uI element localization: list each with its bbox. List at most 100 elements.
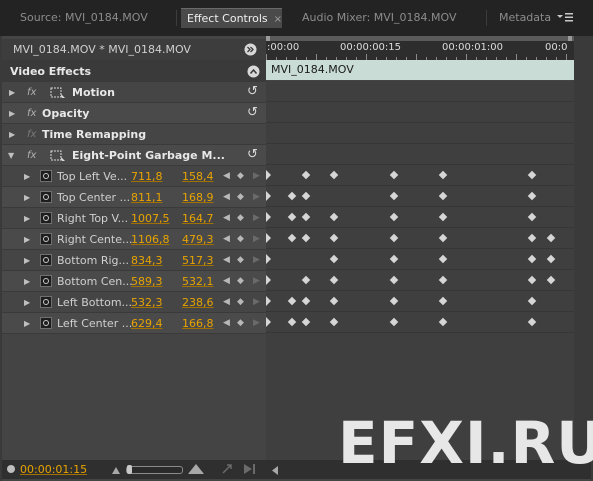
next-keyframe-icon[interactable]: ▶	[253, 250, 260, 271]
prev-keyframe-icon[interactable]: ◀	[223, 229, 230, 250]
keyframe-icon[interactable]	[439, 213, 448, 222]
stopwatch-icon[interactable]	[40, 254, 52, 266]
fx-toggle-icon[interactable]: fx	[27, 145, 36, 166]
expand-triangle-icon[interactable]: ▶	[24, 292, 30, 313]
vertical-scrollbar[interactable]	[574, 36, 591, 460]
param-value-x[interactable]: 589,3	[131, 271, 163, 292]
timeline-row[interactable]	[266, 144, 574, 165]
zoom-slider[interactable]	[126, 465, 183, 474]
keyframe-icon[interactable]	[330, 318, 339, 327]
param-value-y[interactable]: 164,7	[182, 208, 214, 229]
transform-icon[interactable]	[50, 149, 66, 165]
keyframe-icon[interactable]	[288, 213, 297, 222]
param-row[interactable]: ▶ Bottom Cen... 589,3 532,1 ◀ ◆ ▶	[2, 271, 266, 292]
keyframe-icon[interactable]	[302, 234, 311, 243]
stopwatch-icon[interactable]	[40, 191, 52, 203]
reset-icon[interactable]: ↺	[245, 106, 260, 120]
keyframe-icon[interactable]	[439, 255, 448, 264]
prev-keyframe-icon[interactable]: ◀	[223, 292, 230, 313]
keyframe-icon[interactable]	[330, 255, 339, 264]
expand-triangle-icon[interactable]: ▶	[24, 250, 30, 271]
transform-icon[interactable]	[50, 86, 66, 102]
param-row[interactable]: ▶ Left Center ... 629,4 166,8 ◀ ◆ ▶	[2, 313, 266, 334]
collapse-icon[interactable]	[247, 65, 260, 81]
tab-source[interactable]: Source: MVI_0184.MOV	[14, 8, 154, 28]
scroll-left-icon[interactable]	[272, 465, 278, 478]
param-value-x[interactable]: 811,1	[131, 187, 163, 208]
param-value-y[interactable]: 158,4	[182, 166, 214, 187]
effect-row-motion[interactable]: ▶ fx Motion ↺	[2, 82, 266, 103]
tab-audio-mixer[interactable]: Audio Mixer: MVI_0184.MOV	[296, 8, 463, 28]
param-value-x[interactable]: 834,3	[131, 250, 163, 271]
keyframe-icon[interactable]	[330, 213, 339, 222]
effect-row-garbage-matte[interactable]: ▼ fx Eight-Point Garbage M... ↺	[2, 145, 266, 166]
expand-triangle-icon[interactable]: ▶	[24, 313, 30, 334]
keyframe-row[interactable]	[266, 165, 574, 186]
keyframe-row[interactable]	[266, 249, 574, 270]
keyframe-icon[interactable]	[528, 255, 537, 264]
effect-row-time-remapping[interactable]: ▶ fx Time Remapping	[2, 124, 266, 145]
keyframe-icon[interactable]	[528, 213, 537, 222]
timeline-row[interactable]	[266, 81, 574, 102]
reset-icon[interactable]: ↺	[245, 148, 260, 162]
keyframe-icon[interactable]	[547, 234, 556, 243]
param-value-y[interactable]: 532,1	[182, 271, 214, 292]
timeline-row[interactable]	[266, 123, 574, 144]
keyframe-icon[interactable]	[330, 276, 339, 285]
tab-effect-controls[interactable]: Effect Controls ×	[181, 8, 282, 28]
panel-menu-icon[interactable]	[556, 10, 574, 24]
keyframe-icon[interactable]	[288, 297, 297, 306]
keyframe-icon[interactable]	[302, 318, 311, 327]
param-value-x[interactable]: 711,8	[131, 166, 163, 187]
expand-triangle-icon[interactable]: ▶	[24, 271, 30, 292]
play-audio-icon[interactable]	[242, 462, 256, 479]
keyframe-icon[interactable]	[528, 234, 537, 243]
keyframe-icon[interactable]	[528, 276, 537, 285]
fx-toggle-icon[interactable]: fx	[27, 103, 36, 124]
keyframe-icon[interactable]	[439, 297, 448, 306]
stopwatch-icon[interactable]	[40, 170, 52, 182]
stopwatch-icon[interactable]	[40, 317, 52, 329]
keyframe-icon[interactable]	[390, 192, 399, 201]
stopwatch-icon[interactable]	[40, 212, 52, 224]
stopwatch-icon[interactable]	[40, 296, 52, 308]
add-keyframe-icon[interactable]: ◆	[237, 271, 244, 292]
work-area-start-handle[interactable]	[266, 36, 270, 41]
keyframe-icon[interactable]	[330, 297, 339, 306]
param-value-y[interactable]: 166,8	[182, 313, 214, 334]
keyframe-icon[interactable]	[330, 234, 339, 243]
work-area-bar[interactable]	[266, 36, 574, 41]
param-row[interactable]: ▶ Left Bottom... 532,3 238,6 ◀ ◆ ▶	[2, 292, 266, 313]
loop-icon[interactable]	[221, 463, 233, 478]
expand-triangle-icon[interactable]: ▶	[9, 124, 15, 145]
expand-triangle-icon[interactable]: ▶	[9, 103, 15, 124]
time-ruler[interactable]: :00:00 00:00:00:15 00:00:01:00 00:0	[266, 36, 574, 60]
param-value-x[interactable]: 1007,5	[131, 208, 170, 229]
zoom-in-icon[interactable]	[188, 463, 206, 478]
collapse-triangle-icon[interactable]: ▼	[8, 145, 14, 166]
expand-triangle-icon[interactable]: ▶	[24, 208, 30, 229]
add-keyframe-icon[interactable]: ◆	[237, 187, 244, 208]
prev-keyframe-icon[interactable]: ◀	[223, 250, 230, 271]
add-keyframe-icon[interactable]: ◆	[237, 313, 244, 334]
keyframe-icon[interactable]	[302, 297, 311, 306]
next-keyframe-icon[interactable]: ▶	[253, 166, 260, 187]
param-row[interactable]: ▶ Right Top V... 1007,5 164,7 ◀ ◆ ▶	[2, 208, 266, 229]
stopwatch-icon[interactable]	[40, 275, 52, 287]
keyframe-icon[interactable]	[439, 318, 448, 327]
next-keyframe-icon[interactable]: ▶	[253, 271, 260, 292]
keyframe-icon[interactable]	[528, 192, 537, 201]
keyframe-icon[interactable]	[302, 192, 311, 201]
keyframe-icon[interactable]	[288, 192, 297, 201]
keyframe-icon[interactable]	[302, 276, 311, 285]
fx-toggle-icon[interactable]: fx	[27, 82, 36, 103]
keyframe-row[interactable]	[266, 270, 574, 291]
keyframe-icon[interactable]	[528, 297, 537, 306]
param-value-y[interactable]: 517,3	[182, 250, 214, 271]
next-keyframe-icon[interactable]: ▶	[253, 208, 260, 229]
prev-keyframe-icon[interactable]: ◀	[223, 271, 230, 292]
keyframe-icon[interactable]	[390, 297, 399, 306]
keyframe-icon[interactable]	[439, 192, 448, 201]
keyframe-icon[interactable]	[390, 255, 399, 264]
expand-triangle-icon[interactable]: ▶	[24, 166, 30, 187]
